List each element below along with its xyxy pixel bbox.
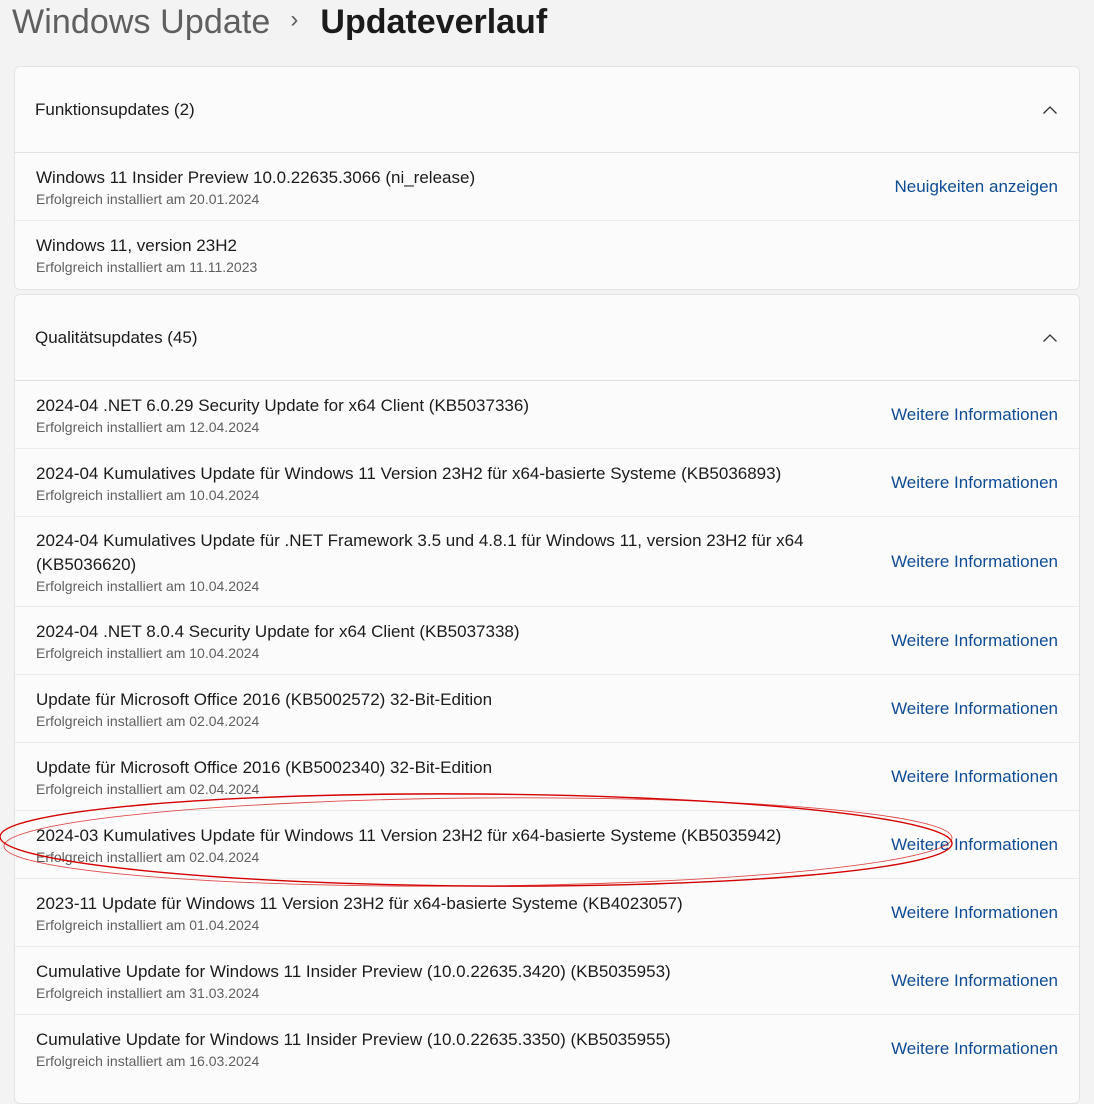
update-name: 2024-03 Kumulatives Update für Windows 1…: [36, 825, 782, 845]
update-name: 2024-04 Kumulatives Update für Windows 1…: [36, 463, 782, 483]
whats-new-link[interactable]: Neuigkeiten anzeigen: [894, 177, 1058, 197]
more-info-link[interactable]: Weitere Informationen: [891, 1039, 1058, 1059]
update-status: Erfolgreich installiert am 10.04.2024: [36, 577, 260, 594]
update-status: Erfolgreich installiert am 31.03.2024: [36, 984, 260, 1001]
update-name: Cumulative Update for Windows 11 Insider…: [36, 961, 671, 981]
quality-updates-section: Qualitätsupdates (45) 2024-04 .NET 6.0.2…: [14, 294, 1080, 1104]
list-item: 2024-04 .NET 6.0.29 Security Update for …: [15, 381, 1079, 449]
update-status: Erfolgreich installiert am 02.04.2024: [36, 712, 260, 729]
more-info-link[interactable]: Weitere Informationen: [891, 903, 1058, 923]
update-name: 2023-11 Update für Windows 11 Version 23…: [36, 893, 683, 913]
list-item: 2023-11 Update für Windows 11 Version 23…: [15, 879, 1079, 947]
chevron-up-icon[interactable]: [1041, 329, 1059, 347]
more-info-link[interactable]: Weitere Informationen: [891, 552, 1058, 572]
update-status: Erfolgreich installiert am 02.04.2024: [36, 780, 260, 797]
more-info-link[interactable]: Weitere Informationen: [891, 699, 1058, 719]
list-item: 2024-04 Kumulatives Update für Windows 1…: [15, 449, 1079, 517]
feature-updates-header[interactable]: Funktionsupdates (2): [15, 67, 1079, 153]
update-name: Windows 11, version 23H2: [36, 236, 237, 255]
more-info-link[interactable]: Weitere Informationen: [891, 405, 1058, 425]
update-status: Erfolgreich installiert am 16.03.2024: [36, 1053, 260, 1069]
list-item-highlighted: 2024-03 Kumulatives Update für Windows 1…: [15, 811, 1079, 879]
quality-updates-title: Qualitätsupdates (45): [35, 327, 198, 347]
update-status: Erfolgreich installiert am 10.04.2024: [36, 644, 260, 661]
list-item: Cumulative Update for Windows 11 Insider…: [15, 947, 1079, 1015]
more-info-link[interactable]: Weitere Informationen: [891, 835, 1058, 855]
update-status: Erfolgreich installiert am 02.04.2024: [36, 848, 260, 865]
update-name: 2024-04 .NET 6.0.29 Security Update for …: [36, 395, 529, 415]
update-name: Cumulative Update for Windows 11 Insider…: [36, 1030, 671, 1049]
update-status: Erfolgreich installiert am 10.04.2024: [36, 486, 260, 503]
update-status: Erfolgreich installiert am 01.04.2024: [36, 916, 260, 933]
update-status: Erfolgreich installiert am 11.11.2023: [36, 259, 258, 275]
more-info-link[interactable]: Weitere Informationen: [891, 473, 1058, 493]
update-name: Update für Microsoft Office 2016 (KB5002…: [36, 757, 493, 777]
update-name: Update für Microsoft Office 2016 (KB5002…: [36, 689, 493, 709]
chevron-right-icon: ›: [290, 6, 299, 33]
list-item: 2024-04 .NET 8.0.4 Security Update for x…: [15, 607, 1079, 675]
update-name: 2024-04 Kumulatives Update für .NET Fram…: [36, 530, 804, 574]
list-item: 2024-04 Kumulatives Update für .NET Fram…: [15, 517, 1079, 607]
chevron-up-icon[interactable]: [1041, 101, 1059, 119]
update-status: Erfolgreich installiert am 12.04.2024: [36, 418, 260, 435]
more-info-link[interactable]: Weitere Informationen: [891, 971, 1058, 991]
update-name: 2024-04 .NET 8.0.4 Security Update for x…: [36, 621, 520, 641]
feature-updates-section: Funktionsupdates (2) Windows 11 Insider …: [14, 66, 1080, 290]
quality-updates-header[interactable]: Qualitätsupdates (45): [15, 295, 1079, 381]
feature-updates-title: Funktionsupdates (2): [35, 99, 195, 119]
update-name: Windows 11 Insider Preview 10.0.22635.30…: [36, 167, 476, 187]
more-info-link[interactable]: Weitere Informationen: [891, 767, 1058, 787]
list-item: Update für Microsoft Office 2016 (KB5002…: [15, 743, 1079, 811]
page-title: Updateverlauf: [320, 2, 548, 41]
list-item: Cumulative Update for Windows 11 Insider…: [15, 1015, 1079, 1083]
list-item: Update für Microsoft Office 2016 (KB5002…: [15, 675, 1079, 743]
list-item: Windows 11, version 23H2 Erfolgreich ins…: [15, 221, 1079, 289]
more-info-link[interactable]: Weitere Informationen: [891, 631, 1058, 651]
breadcrumb: Windows Update › Updateverlauf: [12, 0, 547, 44]
breadcrumb-windows-update[interactable]: Windows Update: [12, 3, 270, 42]
list-item: Windows 11 Insider Preview 10.0.22635.30…: [15, 153, 1079, 221]
update-status: Erfolgreich installiert am 20.01.2024: [36, 190, 260, 207]
